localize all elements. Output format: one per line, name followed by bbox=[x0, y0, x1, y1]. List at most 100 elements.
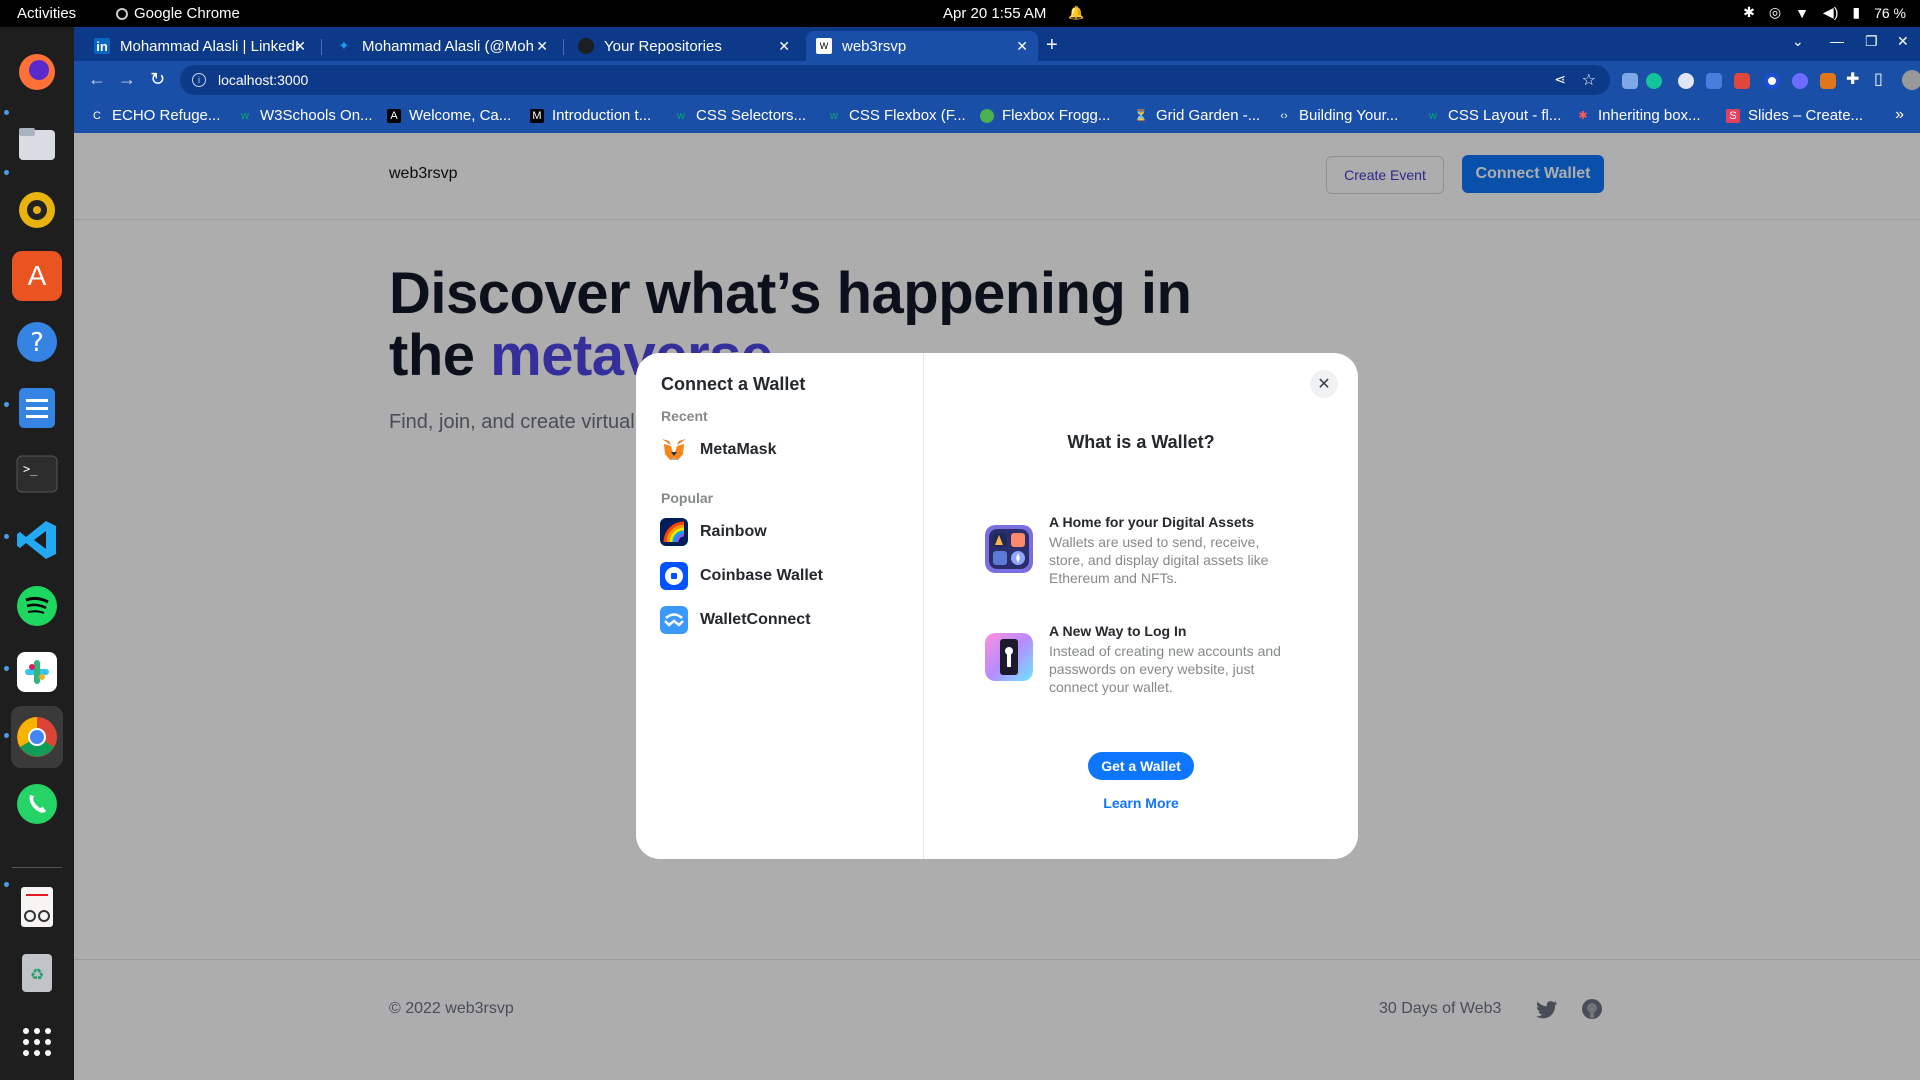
coinbase-icon bbox=[660, 562, 688, 590]
dock: A ? >_ ♻ bbox=[0, 27, 74, 1080]
bookmark-item[interactable]: C ECHO Refuge... bbox=[90, 107, 220, 124]
whatsapp-icon[interactable] bbox=[12, 779, 62, 829]
share-icon[interactable]: ⋖ bbox=[1554, 71, 1566, 88]
svg-text:>_: >_ bbox=[23, 462, 38, 476]
close-modal-button[interactable]: ✕ bbox=[1310, 370, 1338, 398]
recent-label: Recent bbox=[661, 408, 708, 424]
new-tab-button[interactable]: + bbox=[1046, 34, 1058, 57]
bookmark-item[interactable]: w W3Schools On... bbox=[238, 107, 373, 124]
extension-icon[interactable] bbox=[1678, 73, 1694, 89]
tab-title: web3rsvp bbox=[842, 37, 907, 55]
chrome-dock-icon[interactable] bbox=[11, 706, 63, 768]
get-a-wallet-button[interactable]: Get a Wallet bbox=[1088, 752, 1194, 780]
help-icon[interactable]: ? bbox=[12, 317, 62, 367]
bookmarks-bar: C ECHO Refuge... w W3Schools On... A Welcom… bbox=[74, 99, 1920, 133]
system-tray[interactable]: ✱ ◎ ▼ ◀) ▮ 76 % bbox=[1743, 4, 1906, 21]
terminal-icon[interactable]: >_ bbox=[12, 449, 62, 499]
w3schools-icon: w bbox=[241, 109, 249, 122]
wallet-list-panel: Connect a Wallet Recent MetaMask Popular… bbox=[636, 353, 924, 859]
tab-search-icon[interactable]: ⌄ bbox=[1792, 33, 1804, 50]
wallet-option-coinbase[interactable]: Coinbase Wallet bbox=[652, 558, 908, 594]
tab-web3rsvp[interactable]: W web3rsvp ✕ bbox=[806, 31, 1038, 61]
github-icon bbox=[578, 38, 594, 54]
files-icon[interactable] bbox=[12, 119, 62, 169]
bookmark-item[interactable]: S Slides – Create... bbox=[1726, 107, 1863, 124]
wallet-option-rainbow[interactable]: Rainbow bbox=[652, 514, 908, 550]
reload-icon[interactable]: ↻ bbox=[150, 69, 165, 90]
vscode-icon[interactable] bbox=[12, 515, 62, 565]
learn-more-link[interactable]: Learn More bbox=[924, 795, 1358, 811]
restore-icon[interactable]: ❐ bbox=[1865, 33, 1878, 50]
close-window-icon[interactable]: ✕ bbox=[1897, 33, 1909, 50]
activities-button[interactable]: Activities bbox=[17, 5, 76, 22]
bookmark-label: Introduction t... bbox=[552, 107, 652, 124]
extension-icon[interactable] bbox=[1764, 73, 1780, 89]
back-icon[interactable]: ← bbox=[88, 69, 106, 90]
metamask-extension-icon[interactable] bbox=[1820, 73, 1836, 89]
bookmark-item[interactable]: w CSS Flexbox (F... bbox=[827, 107, 966, 124]
bookmark-item[interactable]: Flexbox Frogg... bbox=[980, 107, 1110, 124]
wallet-name: WalletConnect bbox=[700, 611, 811, 628]
site-info-icon[interactable]: i bbox=[192, 73, 206, 87]
tab-separator bbox=[563, 39, 564, 55]
tab-twitter[interactable]: ✦ Mohammad Alasli (@Moh ✕ bbox=[326, 31, 558, 61]
bookmark-star-icon[interactable]: ☆ bbox=[1582, 70, 1596, 90]
login-key-icon bbox=[985, 633, 1033, 681]
close-tab-icon[interactable]: ✕ bbox=[1016, 38, 1028, 55]
wallet-option-metamask[interactable]: MetaMask bbox=[652, 432, 908, 468]
slack-icon[interactable] bbox=[12, 647, 62, 697]
svg-text:♻: ♻ bbox=[30, 965, 44, 984]
address-bar[interactable]: i localhost:3000 ⋖ ☆ bbox=[180, 65, 1610, 95]
chrome-icon bbox=[116, 7, 128, 20]
spotify-icon[interactable] bbox=[12, 581, 62, 631]
close-tab-icon[interactable]: ✕ bbox=[536, 38, 548, 55]
connect-wallet-modal: Connect a Wallet Recent MetaMask Popular… bbox=[636, 353, 1358, 859]
software-center-icon[interactable]: A bbox=[12, 251, 62, 301]
tab-title: Your Repositories bbox=[604, 37, 722, 55]
bookmark-item[interactable]: ✱ Inheriting box... bbox=[1576, 107, 1700, 124]
feature-title: A Home for your Digital Assets bbox=[1049, 514, 1255, 530]
close-tab-icon[interactable]: ✕ bbox=[294, 38, 306, 55]
wallet-option-walletconnect[interactable]: WalletConnect bbox=[652, 602, 908, 638]
tab-repositories[interactable]: Your Repositories ✕ bbox=[568, 31, 800, 61]
app-menu[interactable]: Google Chrome bbox=[116, 5, 240, 22]
document-viewer-icon[interactable] bbox=[12, 882, 62, 932]
wallet-name: Rainbow bbox=[700, 523, 767, 540]
tab-linkedin[interactable]: in Mohammad Alasli | LinkedIn ✕ bbox=[84, 31, 316, 61]
side-panel-icon[interactable]: ▯ bbox=[1874, 69, 1883, 89]
bookmark-item[interactable]: ‹› Building Your... bbox=[1277, 107, 1398, 124]
extensions-puzzle-icon[interactable]: ✚ bbox=[1846, 69, 1859, 89]
show-apps-icon[interactable] bbox=[12, 1017, 62, 1067]
extension-icon[interactable] bbox=[1734, 73, 1750, 89]
browser-window: in Mohammad Alasli | LinkedIn ✕ ✦ Mohamm… bbox=[74, 27, 1920, 133]
grammarly-icon[interactable] bbox=[1646, 73, 1662, 89]
bookmark-label: CSS Flexbox (F... bbox=[849, 107, 966, 124]
extension-icon[interactable] bbox=[1792, 73, 1808, 89]
app-name: Google Chrome bbox=[134, 5, 240, 22]
bookmark-item[interactable]: M Introduction t... bbox=[530, 107, 651, 124]
bookmark-label: Welcome, Ca... bbox=[409, 107, 512, 124]
profile-avatar[interactable] bbox=[1902, 70, 1920, 90]
trash-icon[interactable]: ♻ bbox=[12, 947, 62, 997]
bookmark-item[interactable]: A Welcome, Ca... bbox=[387, 107, 511, 124]
rhythmbox-icon[interactable] bbox=[12, 185, 62, 235]
w3schools-icon: w bbox=[1429, 109, 1437, 122]
running-indicator bbox=[4, 110, 9, 115]
todo-icon[interactable] bbox=[12, 383, 62, 433]
svg-text:?: ? bbox=[30, 328, 44, 358]
close-tab-icon[interactable]: ✕ bbox=[778, 38, 790, 55]
firefox-icon[interactable] bbox=[12, 47, 62, 97]
translate-icon[interactable] bbox=[1706, 73, 1722, 89]
bookmark-item[interactable]: w CSS Selectors... bbox=[674, 107, 806, 124]
volume-icon: ◀) bbox=[1822, 4, 1839, 20]
carrot-icon: ⏳ bbox=[1134, 110, 1148, 122]
bookmark-item[interactable]: ⏳ Grid Garden -... bbox=[1134, 107, 1260, 124]
extension-icon[interactable] bbox=[1622, 73, 1638, 89]
wallet-name: Coinbase Wallet bbox=[700, 567, 823, 584]
feature-title: A New Way to Log In bbox=[1049, 623, 1187, 639]
bookmarks-overflow-button[interactable]: » bbox=[1895, 106, 1904, 124]
clock[interactable]: Apr 20 1:55 AM bbox=[943, 5, 1046, 22]
minimize-icon[interactable]: — bbox=[1830, 33, 1844, 49]
forward-icon[interactable]: → bbox=[118, 69, 136, 90]
bookmark-item[interactable]: w CSS Layout - fl... bbox=[1426, 107, 1561, 124]
